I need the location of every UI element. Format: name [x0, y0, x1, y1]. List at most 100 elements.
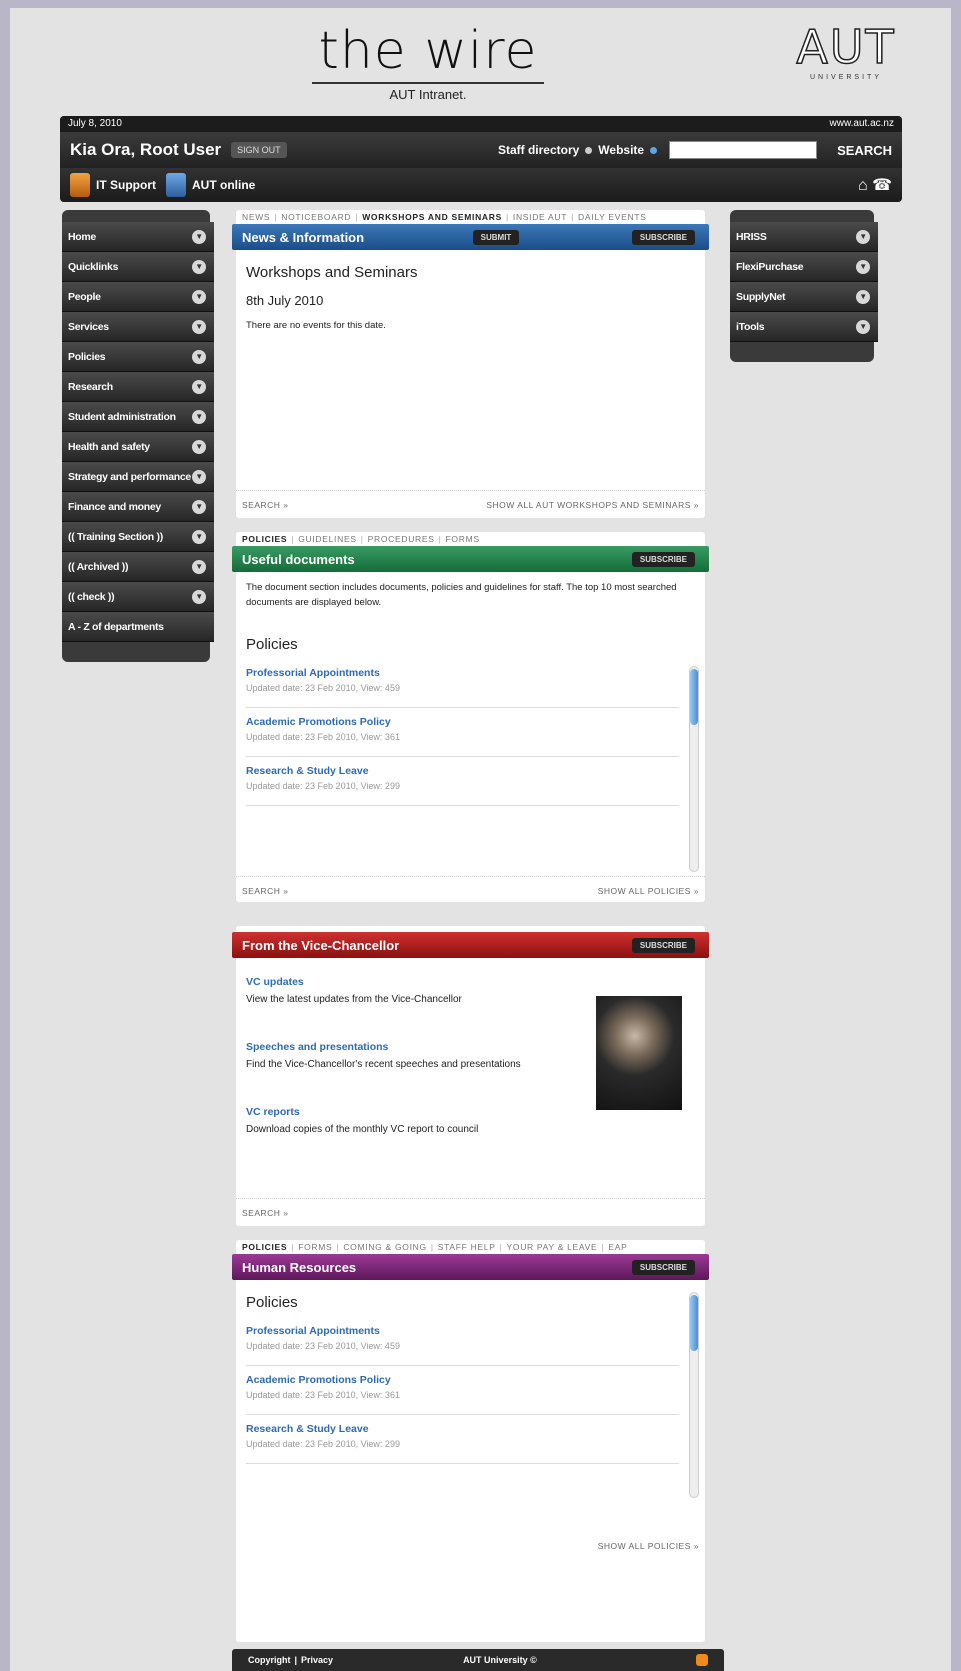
vc-search-link[interactable]: SEARCH »	[242, 1208, 289, 1218]
sidebar-item-home[interactable]: Home ▼	[62, 222, 214, 252]
aut-online-label: AUT online	[192, 178, 256, 192]
copyright-link[interactable]: Copyright	[248, 1655, 291, 1665]
list-item: Research & Study Leave Updated date: 23 F…	[246, 1415, 679, 1464]
radio-staff-directory[interactable]	[585, 146, 593, 154]
aut-online-link[interactable]: AUT online	[166, 173, 255, 197]
website-option[interactable]: Website	[598, 143, 644, 157]
hr-show-all-policies-link[interactable]: SHOW ALL POLICIES »	[598, 1541, 699, 1551]
sidebar-item-finance-and-money[interactable]: Finance and money ▼	[62, 492, 214, 522]
search-input[interactable]	[669, 141, 818, 159]
no-events-text: There are no events for this date.	[246, 320, 386, 331]
sidebar-item-strategy-and-performance[interactable]: Strategy and performance ▼	[62, 462, 214, 492]
vc-title: From the Vice-Chancellor	[242, 937, 400, 953]
radio-website[interactable]	[650, 146, 658, 154]
scroll-thumb[interactable]	[690, 669, 698, 725]
sidebar-item-quicklinks[interactable]: Quicklinks ▼	[62, 252, 214, 282]
sidebar-item-label: (( Archived ))	[68, 560, 129, 573]
sidebar-item-label: Finance and money	[68, 500, 161, 513]
sidebar-item-people[interactable]: People ▼	[62, 282, 214, 312]
useful-documents-title: Useful documents	[242, 551, 355, 567]
sidebar-item-flexipurchase[interactable]: FlexiPurchase ▼	[730, 252, 878, 282]
sidebar-item-hriss[interactable]: HRISS ▼	[730, 222, 878, 252]
the-wire-logo[interactable]: the wire AUT Intranet.	[308, 22, 548, 106]
search-button[interactable]: SEARCH	[837, 143, 892, 158]
sidebar-item-archived[interactable]: (( Archived )) ▼	[62, 552, 214, 582]
sidebar-item-itools[interactable]: iTools ▼	[730, 312, 878, 342]
document-meta: Updated date: 23 Feb 2010, View: 361	[246, 732, 400, 742]
subscribe-button[interactable]: SUBSCRIBE	[631, 229, 695, 245]
tab-guidelines[interactable]: GUIDELINES	[298, 534, 357, 544]
tab-hr-forms[interactable]: FORMS	[298, 1242, 332, 1252]
sidebar-item-label: iTools	[736, 320, 765, 333]
subscribe-button[interactable]: SUBSCRIBE	[631, 551, 695, 567]
hr-scrollbar[interactable]	[689, 1292, 699, 1498]
tab-pay-leave[interactable]: YOUR PAY & LEAVE	[507, 1242, 598, 1252]
document-meta: Updated date: 23 Feb 2010, View: 459	[246, 683, 400, 693]
tab-coming-going[interactable]: COMING & GOING	[343, 1242, 426, 1252]
tab-noticeboard[interactable]: NOTICEBOARD	[281, 212, 351, 222]
list-item: VC reports Download copies of the monthly…	[246, 1106, 695, 1135]
chevron-down-icon: ▼	[192, 379, 206, 394]
tab-staff-help[interactable]: STAFF HELP	[438, 1242, 496, 1252]
aut-logo[interactable]: AUT UNIVERSITY	[796, 20, 896, 92]
aut-website-link[interactable]: www.aut.ac.nz	[830, 118, 894, 130]
sidebar-item-services[interactable]: Services ▼	[62, 312, 214, 342]
submit-button[interactable]: SUBMIT	[472, 229, 520, 245]
sign-out-button[interactable]: SIGN OUT	[231, 142, 287, 158]
tab-inside-aut[interactable]: INSIDE AUT	[513, 212, 567, 222]
news-header: News & Information SUBMIT SUBSCRIBE	[232, 224, 709, 250]
vc-link-vc-updates[interactable]: VC updates	[246, 976, 695, 988]
privacy-link[interactable]: Privacy	[301, 1655, 333, 1665]
sidebar-item-training-section[interactable]: (( Training Section )) ▼	[62, 522, 214, 552]
chevron-down-icon: ▼	[192, 259, 206, 274]
show-all-policies-link[interactable]: SHOW ALL POLICIES »	[598, 886, 699, 896]
support-person-icon	[70, 173, 90, 197]
list-item: Professorial Appointments Updated date: 2…	[246, 659, 679, 708]
tab-news[interactable]: NEWS	[242, 212, 270, 222]
sidebar-item-check[interactable]: (( check )) ▼	[62, 582, 214, 612]
sidebar-item-health-and-safety[interactable]: Health and safety ▼	[62, 432, 214, 462]
document-link[interactable]: Professorial Appointments	[246, 667, 679, 679]
tab-forms[interactable]: FORMS	[446, 534, 480, 544]
tab-hr-policies[interactable]: POLICIES	[242, 1242, 287, 1252]
subscribe-button[interactable]: SUBSCRIBE	[631, 1259, 695, 1275]
sidebar-item-label: Services	[68, 320, 109, 333]
sidebar-item-student-administration[interactable]: Student administration ▼	[62, 402, 214, 432]
list-item: Professorial Appointments Updated date: 2…	[246, 1317, 679, 1366]
document-link[interactable]: Academic Promotions Policy	[246, 1374, 679, 1386]
documents-search-link[interactable]: SEARCH »	[242, 886, 289, 896]
sidebar-item-policies[interactable]: Policies ▼	[62, 342, 214, 372]
tab-eap[interactable]: EAP	[608, 1242, 627, 1252]
home-icon[interactable]: ⌂	[858, 177, 868, 194]
sidebar-item-a-z-of-departments[interactable]: A - Z of departments	[62, 612, 214, 642]
sidebar-item-label: Policies	[68, 350, 106, 363]
scroll-thumb[interactable]	[690, 1295, 698, 1351]
sidebar-item-research[interactable]: Research ▼	[62, 372, 214, 402]
list-item: Research & Study Leave Updated date: 23 F…	[246, 757, 679, 806]
aut-logo-text: AUT	[796, 20, 896, 74]
chevron-down-icon: ▼	[856, 319, 870, 334]
top-bar: July 8, 2010 www.aut.ac.nz Kia Ora, Root…	[60, 116, 902, 202]
sidebar-item-label: People	[68, 290, 101, 303]
document-link[interactable]: Research & Study Leave	[246, 765, 679, 777]
news-search-link[interactable]: SEARCH »	[242, 500, 289, 510]
rss-icon[interactable]	[696, 1654, 708, 1666]
phone-icon[interactable]: ☎	[872, 177, 892, 194]
sidebar-item-supplynet[interactable]: SupplyNet ▼	[730, 282, 878, 312]
document-link[interactable]: Research & Study Leave	[246, 1423, 679, 1435]
tab-procedures[interactable]: PROCEDURES	[368, 534, 435, 544]
document-link[interactable]: Academic Promotions Policy	[246, 716, 679, 728]
tab-daily-events[interactable]: DAILY EVENTS	[578, 212, 647, 222]
vice-chancellor-panel: From the Vice-Chancellor SUBSCRIBE VC up…	[232, 926, 709, 1226]
vice-chancellor-photo	[596, 996, 682, 1110]
it-support-link[interactable]: IT Support	[70, 173, 156, 197]
tab-workshops[interactable]: WORKSHOPS AND SEMINARS	[362, 212, 502, 222]
section-heading: Workshops and Seminars	[246, 264, 418, 281]
tab-policies[interactable]: POLICIES	[242, 534, 287, 544]
documents-scrollbar[interactable]	[689, 666, 699, 872]
staff-directory-option[interactable]: Staff directory	[498, 143, 579, 157]
footer-aut: AUT University ©	[463, 1655, 537, 1665]
subscribe-button[interactable]: SUBSCRIBE	[631, 937, 695, 953]
show-all-workshops-link[interactable]: SHOW ALL AUT WORKSHOPS AND SEMINARS »	[486, 500, 699, 510]
document-link[interactable]: Professorial Appointments	[246, 1325, 679, 1337]
